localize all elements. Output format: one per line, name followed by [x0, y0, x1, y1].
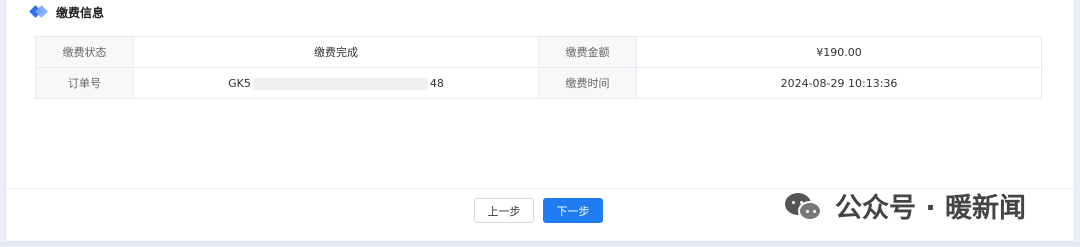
wechat-icon [783, 189, 825, 223]
payment-time-label: 缴费时间 [538, 67, 637, 99]
payment-status-value: 缴费完成 [133, 36, 539, 68]
diamond-icon [29, 5, 48, 19]
section-title: 缴费信息 [56, 5, 105, 20]
next-step-button[interactable]: 下一步 [543, 198, 603, 223]
payment-info-table: 缴费状态 缴费完成 缴费金额 ¥190.00 订单号 GK5 48 缴费时间 20… [35, 36, 1042, 99]
payment-status-label: 缴费状态 [35, 36, 134, 68]
table-row: 缴费状态 缴费完成 缴费金额 ¥190.00 [35, 36, 1042, 68]
previous-step-button[interactable]: 上一步 [474, 198, 534, 223]
watermark-text: 公众号 · 暖新闻 [835, 193, 1027, 224]
order-number-prefix: GK5 [228, 76, 251, 90]
section-header: 缴费信息 [29, 4, 105, 20]
order-number-mask [252, 77, 428, 90]
table-row: 订单号 GK5 48 缴费时间 2024-08-29 10:13:36 [35, 67, 1042, 99]
watermark: 公众号 · 暖新闻 [783, 186, 1026, 225]
order-number-suffix: 48 [429, 76, 444, 90]
payment-amount-label: 缴费金额 [538, 36, 637, 68]
payment-amount-value: ¥190.00 [636, 36, 1042, 68]
order-number-label: 订单号 [35, 67, 134, 99]
order-number-value: GK5 48 [133, 67, 539, 99]
payment-time-value: 2024-08-29 10:13:36 [636, 67, 1042, 99]
bottom-strip [0, 242, 1080, 247]
